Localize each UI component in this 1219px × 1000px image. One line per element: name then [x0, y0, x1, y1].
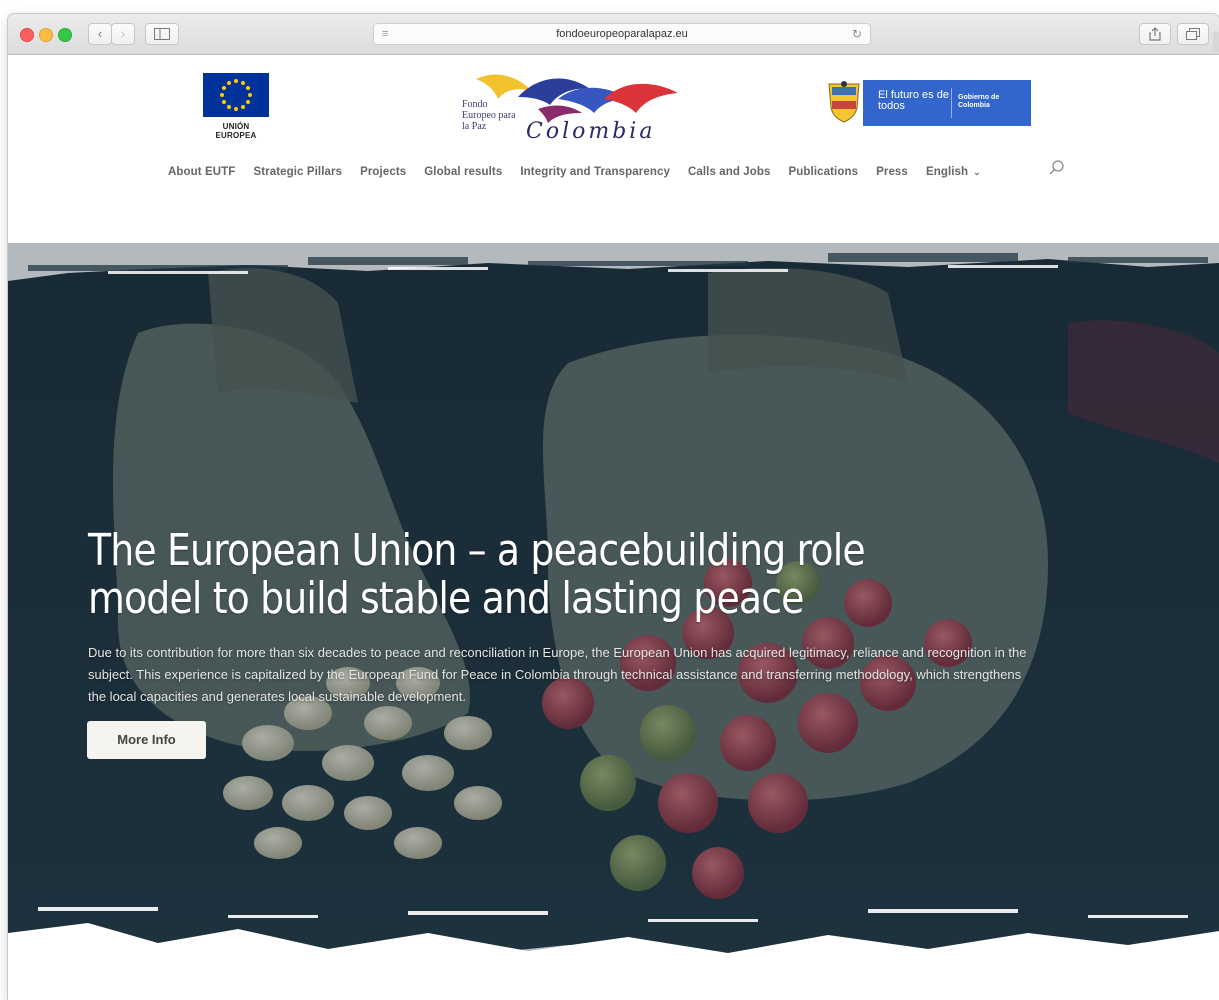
nav-item-projects[interactable]: Projects [360, 166, 406, 178]
share-icon [1149, 27, 1161, 41]
browser-toolbar: ‹ › ≡ fondoeuropeoparalapaz.eu ↻ [8, 14, 1219, 55]
more-info-button[interactable]: More Info [87, 721, 206, 759]
window-edge [1213, 32, 1219, 52]
chevron-right-icon: › [120, 26, 126, 41]
gov-logo-box: El futuro es de todos Gobierno de Colomb… [863, 80, 1031, 126]
eu-star-icon [227, 105, 231, 110]
address-bar[interactable]: ≡ fondoeuropeoparalapaz.eu ↻ [373, 23, 871, 45]
browser-window: ‹ › ≡ fondoeuropeoparalapaz.eu ↻ UNIÓN E… [8, 14, 1219, 1000]
nav-item-global-results[interactable]: Global results [424, 166, 502, 178]
fondo-europeo-logo[interactable]: Fondo Europeo para la Paz Colombia [458, 69, 684, 144]
language-label: English [925, 166, 969, 178]
tabs-button[interactable] [1177, 23, 1209, 45]
nav-item-strategic-pillars[interactable]: Strategic Pillars [253, 166, 342, 178]
nav-item-about-eutf[interactable]: About EUTF [168, 166, 235, 178]
search-icon[interactable] [1048, 159, 1066, 177]
hero-banner: The European Union – a peacebuilding rol… [8, 243, 1219, 993]
eu-star-icon [221, 100, 226, 104]
zoom-window-button[interactable] [58, 28, 72, 42]
eu-star-icon [248, 93, 252, 97]
gobierno-colombia-logo[interactable]: El futuro es de todos Gobierno de Colomb… [823, 80, 1031, 126]
url-text: fondoeuropeoparalapaz.eu [556, 28, 688, 40]
sidebar-button[interactable] [145, 23, 179, 45]
main-nav: About EUTF Strategic Pillars Projects Gl… [168, 162, 999, 182]
close-window-button[interactable] [20, 28, 34, 42]
web-page: UNIÓN EUROPEA Fondo Europeo para la Paz … [8, 55, 1219, 1000]
hero-description: Due to its contribution for more than si… [88, 645, 1027, 704]
share-button[interactable] [1139, 23, 1171, 45]
nav-item-calls-jobs[interactable]: Calls and Jobs [688, 166, 771, 178]
gov-logo-divider [951, 88, 952, 118]
nav-item-publications[interactable]: Publications [789, 166, 859, 178]
eu-star-icon [220, 93, 224, 97]
forward-button[interactable]: › [111, 23, 135, 45]
nav-item-integrity-transparency[interactable]: Integrity and Transparency [520, 166, 670, 178]
gov-logo-name: Gobierno de Colombia [958, 94, 1000, 109]
language-selector[interactable]: English ⌄ [926, 166, 981, 178]
eu-star-icon [246, 100, 251, 104]
tabs-icon [1186, 28, 1200, 40]
reload-icon[interactable]: ↻ [852, 24, 862, 44]
eu-star-icon [246, 86, 251, 90]
hero-title: The European Union – a peacebuilding rol… [88, 525, 866, 624]
gov-logo-slogan: El futuro es de todos [878, 89, 949, 112]
eu-star-icon [241, 105, 245, 110]
fondo-logo-text: Fondo Europeo para la Paz [462, 99, 516, 132]
eu-star-icon [241, 80, 245, 85]
chevron-left-icon: ‹ [97, 26, 103, 41]
eu-star-icon [227, 80, 231, 85]
eu-star-icon [234, 79, 238, 83]
eu-flag-icon [203, 73, 269, 117]
fondo-logo-script: Colombia [526, 119, 656, 144]
nav-item-press[interactable]: Press [876, 166, 908, 178]
chevron-down-icon: ⌄ [973, 167, 981, 177]
sidebar-icon [154, 28, 170, 40]
eu-star-icon [234, 107, 238, 111]
back-button[interactable]: ‹ [88, 23, 112, 45]
minimize-window-button[interactable] [39, 28, 53, 42]
colombia-shield-icon [823, 80, 865, 126]
eu-logo[interactable]: UNIÓN EUROPEA [203, 73, 269, 140]
eu-logo-label: UNIÓN EUROPEA [215, 122, 257, 140]
eu-star-icon [221, 86, 226, 90]
